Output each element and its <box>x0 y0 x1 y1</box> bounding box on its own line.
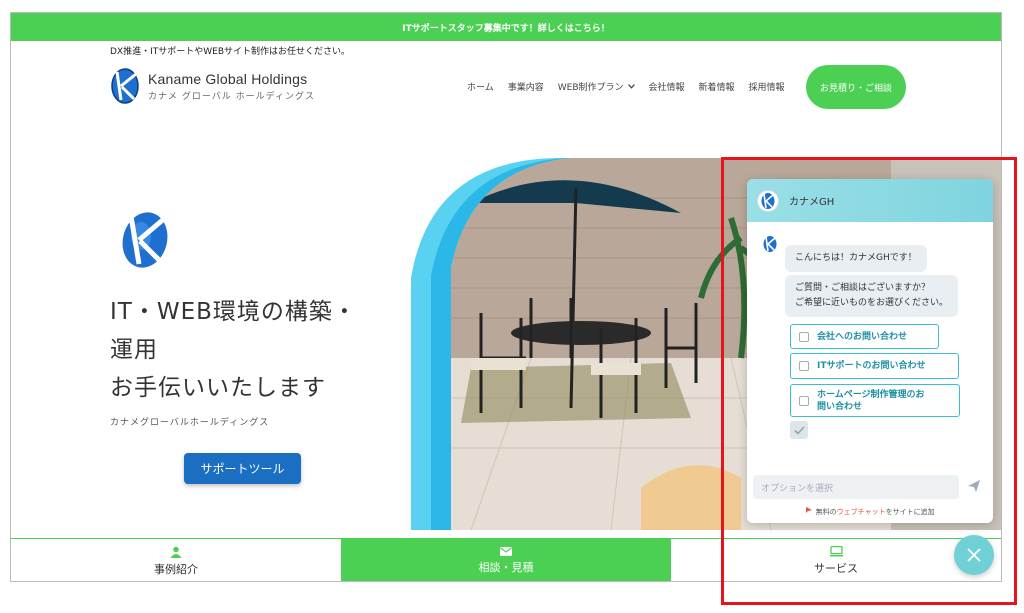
hero-logo-icon <box>122 212 168 268</box>
nav-item-recruit[interactable]: 採用情報 <box>749 80 785 93</box>
highlight-box <box>721 157 1017 605</box>
chevron-down-icon <box>627 84 635 89</box>
site-logo[interactable]: Kaname Global Holdings カナメ グローバル ホールディング… <box>108 66 315 106</box>
nav-item-company[interactable]: 会社情報 <box>649 80 685 93</box>
estimate-button[interactable]: お見積り・ご相談 <box>806 65 906 109</box>
announcement-bar[interactable]: ITサポートスタッフ募集中です！詳しくはこちら！ <box>11 13 1001 41</box>
logo-mark-icon <box>111 68 139 104</box>
person-icon <box>170 546 182 558</box>
nav-item-home[interactable]: ホーム <box>467 80 494 93</box>
hero-title: IT・WEB環境の構築・ 運用 お手伝いいたします <box>110 299 357 401</box>
logo-name-en: Kaname Global Holdings <box>148 70 308 87</box>
bottom-nav-cases[interactable]: 事例紹介 <box>11 539 341 581</box>
main-nav: ホーム 事業内容 WEB制作プラン 会社情報 新着情報 採用情報 <box>467 80 799 93</box>
logo-name-ja: カナメ グローバル ホールディングス <box>148 91 316 102</box>
nav-item-web-plan[interactable]: WEB制作プラン <box>558 80 635 93</box>
support-tool-button[interactable]: サポートツール <box>184 453 301 484</box>
site-tagline: DX推進・ITサポートやWEBサイト制作はお任せください。 <box>110 47 351 57</box>
hero-subtitle: カナメグローバルホールディングス <box>110 418 270 428</box>
nav-item-business[interactable]: 事業内容 <box>508 80 544 93</box>
bottom-nav-consult[interactable]: 相談・見積 <box>341 539 671 581</box>
nav-item-news[interactable]: 新着情報 <box>699 80 735 93</box>
mail-icon <box>500 547 512 556</box>
